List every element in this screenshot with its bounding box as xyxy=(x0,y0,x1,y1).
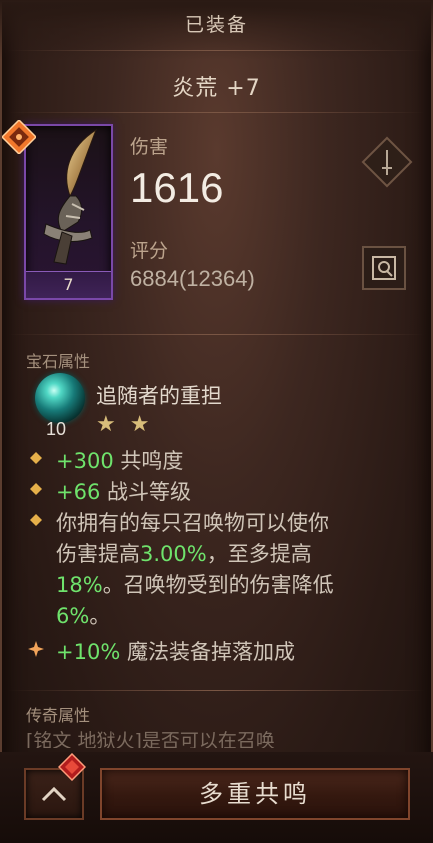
panel-title: 已装备 xyxy=(184,14,248,36)
damage-value: 1616 xyxy=(130,164,224,211)
score-value: 6884(12364) xyxy=(130,266,255,291)
weapon-icon xyxy=(43,128,98,265)
gem-section-title: 宝石属性 xyxy=(26,352,91,371)
legendary-preview: [铭文 地狱火]是否可以在召唤 xyxy=(26,730,275,748)
item-level: 7 xyxy=(26,271,111,298)
gem-stars: ★★ xyxy=(96,412,164,437)
multi-resonance-button[interactable]: 多重共鸣 xyxy=(100,768,410,820)
gem-level: 10 xyxy=(46,419,67,439)
divider xyxy=(8,690,425,691)
affix-text: 你拥有的每只召唤物可以使你 xyxy=(56,511,329,535)
affix-value: 6% xyxy=(56,604,90,628)
item-tooltip-panel: 已装备 炎荒 +7 7 伤害 1616 评分 6884(12364) 宝石属性 … xyxy=(0,0,433,843)
weapon-slot-button[interactable] xyxy=(361,136,413,188)
affix-text: 伤害提高 xyxy=(56,542,140,566)
affix-text: 。召唤物受到的伤害降低 xyxy=(102,573,334,597)
item-portrait[interactable]: 7 xyxy=(24,124,113,300)
diamond-bullet-icon xyxy=(30,483,42,495)
diamond-bullet-icon xyxy=(30,514,42,526)
affix-text: 。 xyxy=(89,604,111,628)
diamond-bullet-icon xyxy=(30,452,42,464)
ruby-gem-icon xyxy=(58,753,86,781)
item-name: 炎荒 +7 xyxy=(172,76,261,101)
compare-button[interactable] xyxy=(362,246,406,290)
gem-icon[interactable] xyxy=(35,373,85,423)
affix-value: +300 xyxy=(56,449,114,473)
affix-text: 魔法装备掉落加成 xyxy=(120,640,295,664)
affix-value: 18% xyxy=(56,573,103,597)
sparkle-bullet-icon xyxy=(28,641,44,657)
divider xyxy=(8,334,425,335)
affix-value: +10% xyxy=(56,640,121,664)
affix-value: +66 xyxy=(56,480,101,504)
damage-label: 伤害 xyxy=(130,136,169,158)
legendary-section-title: 传奇属性 xyxy=(26,706,91,725)
score-label: 评分 xyxy=(130,240,169,262)
affix-text: 战斗等级 xyxy=(100,480,192,504)
affix-text: 共鸣度 xyxy=(113,449,184,473)
gem-name: 追随者的重担 xyxy=(96,384,222,408)
scroll-search-icon xyxy=(372,256,396,280)
affix-value: 3.00% xyxy=(140,542,207,566)
affix-text: ，至多提高 xyxy=(206,542,312,566)
divider xyxy=(8,112,425,113)
divider xyxy=(8,50,425,51)
rune-socket-icon xyxy=(2,120,36,154)
